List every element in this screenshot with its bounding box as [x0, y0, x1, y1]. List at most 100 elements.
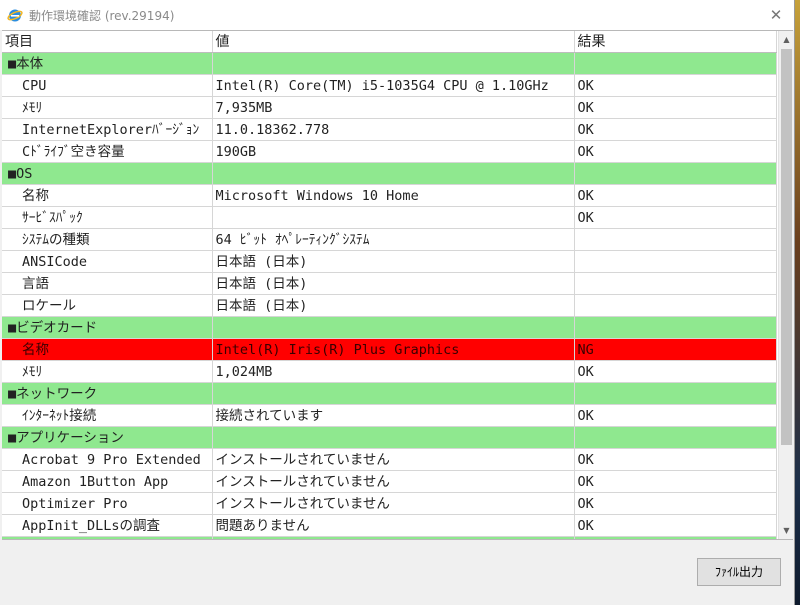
cell-result: [574, 228, 777, 251]
scroll-up-arrow-icon[interactable]: ▲: [779, 31, 793, 48]
table-row[interactable]: ﾒﾓﾘ 7,935MB OK: [2, 96, 777, 119]
cell-item: InternetExplorerﾊﾞｰｼﾞｮﾝ: [2, 118, 213, 141]
column-header-result[interactable]: 結果: [574, 31, 777, 53]
cell-result: OK: [574, 96, 777, 119]
cell-value: 64 ﾋﾞｯﾄ ｵﾍﾟﾚｰﾃｨﾝｸﾞｼｽﾃﾑ: [212, 228, 575, 251]
section-row[interactable]: ■ビデオカード: [2, 316, 777, 339]
cell-result: [574, 426, 777, 449]
cell-result: OK: [574, 74, 777, 97]
cell-item: Amazon 1Button App: [2, 470, 213, 493]
cell-result: OK: [574, 514, 777, 537]
cell-item: ｼｽﾃﾑの種類: [2, 228, 213, 251]
column-header-value[interactable]: 値: [212, 31, 575, 53]
cell-value: インストールされていません: [212, 448, 575, 471]
cell-result: [574, 382, 777, 405]
table-row[interactable]: CPU Intel(R) Core(TM) i5-1035G4 CPU @ 1.1…: [2, 74, 777, 97]
table-row[interactable]: ANSICode 日本語 (日本): [2, 250, 777, 273]
scroll-down-arrow-icon[interactable]: ▼: [779, 522, 793, 539]
table-row[interactable]: Acrobat 9 Pro Extended インストールされていません OK: [2, 448, 777, 471]
header-row: 項目 値 結果: [2, 31, 777, 53]
cell-item: ■BuildVisor ALTA: [2, 536, 213, 539]
cell-value: Intel(R) Iris(R) Plus Graphics: [212, 338, 575, 361]
table-row[interactable]: InternetExplorerﾊﾞｰｼﾞｮﾝ 11.0.18362.778 OK: [2, 118, 777, 141]
cell-value: [212, 52, 575, 75]
section-row[interactable]: ■アプリケーション: [2, 426, 777, 449]
environment-check-window: 動作環境確認 (rev.29194) ✕ 項目 値 結果 ■本体 CPU Intel…: [0, 0, 795, 605]
vertical-scrollbar[interactable]: ▲ ▼: [778, 31, 793, 539]
cell-result: OK: [574, 492, 777, 515]
cell-result: OK: [574, 140, 777, 163]
cell-item: ﾒﾓﾘ: [2, 360, 213, 383]
cell-result: OK: [574, 118, 777, 141]
table-row[interactable]: ｼｽﾃﾑの種類 64 ﾋﾞｯﾄ ｵﾍﾟﾚｰﾃｨﾝｸﾞｼｽﾃﾑ: [2, 228, 777, 251]
section-row[interactable]: ■BuildVisor ALTA: [2, 536, 777, 539]
cell-result: OK: [574, 448, 777, 471]
table-row[interactable]: 名称 Intel(R) Iris(R) Plus Graphics NG: [2, 338, 777, 361]
section-row[interactable]: ■OS: [2, 162, 777, 185]
cell-result: OK: [574, 360, 777, 383]
cell-value: 1,024MB: [212, 360, 575, 383]
cell-result: [574, 316, 777, 339]
table-body: ■本体 CPU Intel(R) Core(TM) i5-1035G4 CPU @ …: [2, 52, 777, 539]
cell-value: 日本語 (日本): [212, 272, 575, 295]
cell-value: インストールされていません: [212, 492, 575, 515]
cell-value: 7,935MB: [212, 96, 575, 119]
table-row[interactable]: 言語 日本語 (日本): [2, 272, 777, 295]
table-row[interactable]: 名称 Microsoft Windows 10 Home OK: [2, 184, 777, 207]
cell-result: [574, 294, 777, 317]
cell-value: [212, 426, 575, 449]
cell-result: [574, 162, 777, 185]
table-row[interactable]: ｻｰﾋﾞｽﾊﾟｯｸ OK: [2, 206, 777, 229]
cell-value: 11.0.18362.778: [212, 118, 575, 141]
cell-item: ロケール: [2, 294, 213, 317]
scrollbar-thumb[interactable]: [781, 49, 792, 445]
cell-item: 言語: [2, 272, 213, 295]
file-export-button[interactable]: ﾌｧｲﾙ出力: [697, 558, 781, 586]
cell-result: OK: [574, 470, 777, 493]
cell-value: [212, 382, 575, 405]
cell-item: ■本体: [2, 52, 213, 75]
cell-result: NG: [574, 338, 777, 361]
cell-value: Microsoft Windows 10 Home: [212, 184, 575, 207]
cell-value: [212, 536, 575, 539]
table-row[interactable]: Cﾄﾞﾗｲﾌﾞ空き容量 190GB OK: [2, 140, 777, 163]
cell-item: Acrobat 9 Pro Extended: [2, 448, 213, 471]
internet-explorer-icon: [7, 9, 23, 22]
cell-result: OK: [574, 184, 777, 207]
cell-item: 名称: [2, 184, 213, 207]
cell-result: [574, 250, 777, 273]
table-row[interactable]: AppInit_DLLsの調査 問題ありません OK: [2, 514, 777, 537]
cell-item: 名称: [2, 338, 213, 361]
cell-result: OK: [574, 404, 777, 427]
cell-item: ｲﾝﾀｰﾈｯﾄ接続: [2, 404, 213, 427]
cell-value: 日本語 (日本): [212, 250, 575, 273]
table-row[interactable]: ｲﾝﾀｰﾈｯﾄ接続 接続されています OK: [2, 404, 777, 427]
cell-value: 190GB: [212, 140, 575, 163]
result-grid[interactable]: 項目 値 結果 ■本体 CPU Intel(R) Core(TM) i5-1035G…: [2, 30, 793, 540]
cell-item: CPU: [2, 74, 213, 97]
cell-value: Intel(R) Core(TM) i5-1035G4 CPU @ 1.10GH…: [212, 74, 575, 97]
cell-result: [574, 272, 777, 295]
section-row[interactable]: ■ネットワーク: [2, 382, 777, 405]
cell-result: [574, 52, 777, 75]
cell-value: 日本語 (日本): [212, 294, 575, 317]
table-row[interactable]: Optimizer Pro インストールされていません OK: [2, 492, 777, 515]
table-row[interactable]: ﾒﾓﾘ 1,024MB OK: [2, 360, 777, 383]
column-header-item[interactable]: 項目: [2, 31, 213, 53]
cell-item: ■ネットワーク: [2, 382, 213, 405]
close-button[interactable]: ✕: [763, 3, 789, 27]
cell-value: インストールされていません: [212, 470, 575, 493]
cell-item: ﾒﾓﾘ: [2, 96, 213, 119]
cell-result: OK: [574, 206, 777, 229]
table-row[interactable]: Amazon 1Button App インストールされていません OK: [2, 470, 777, 493]
cell-item: ■アプリケーション: [2, 426, 213, 449]
table-row[interactable]: ロケール 日本語 (日本): [2, 294, 777, 317]
desktop-background: [795, 0, 800, 605]
window-title: 動作環境確認 (rev.29194): [29, 9, 175, 23]
cell-item: ｻｰﾋﾞｽﾊﾟｯｸ: [2, 206, 213, 229]
cell-item: Optimizer Pro: [2, 492, 213, 515]
section-row[interactable]: ■本体: [2, 52, 777, 75]
title-bar: 動作環境確認 (rev.29194) ✕: [0, 0, 794, 30]
cell-item: ■OS: [2, 162, 213, 185]
cell-item: Cﾄﾞﾗｲﾌﾞ空き容量: [2, 140, 213, 163]
